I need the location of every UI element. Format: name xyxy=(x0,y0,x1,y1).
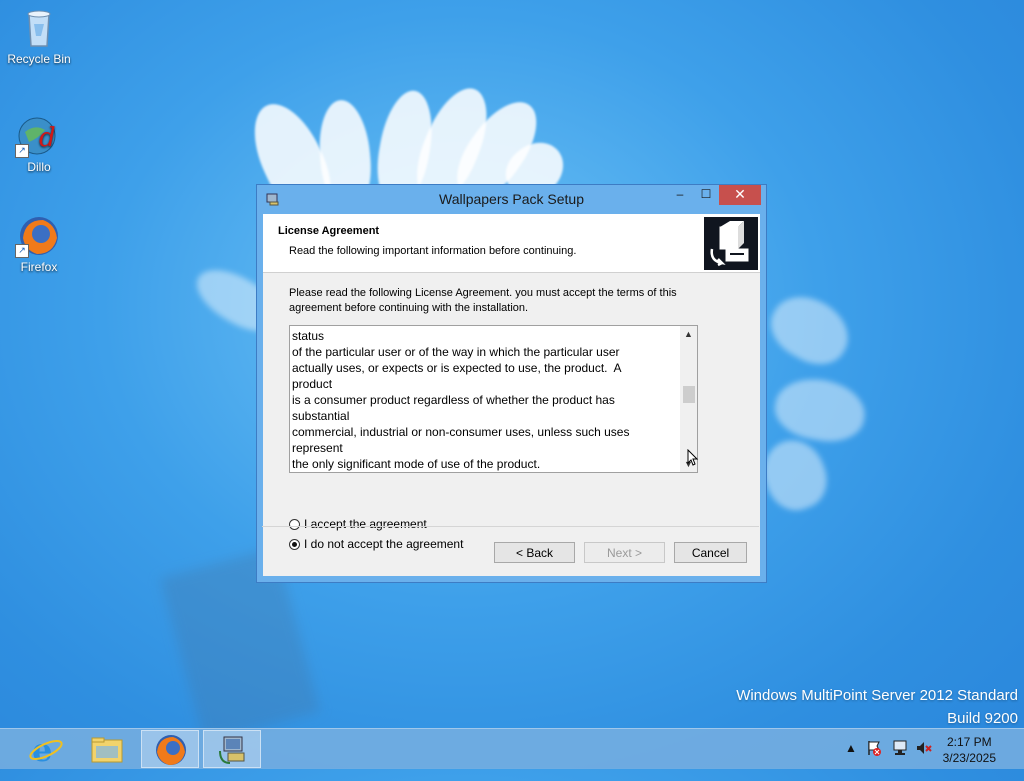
page-subtitle: Read the following important information… xyxy=(289,245,577,257)
taskbar-file-explorer[interactable] xyxy=(78,730,136,768)
svg-text:d: d xyxy=(39,123,56,153)
license-intro-text: Please read the following License Agreem… xyxy=(289,287,677,314)
desktop-icon-dillo[interactable]: d ↗ Dillo xyxy=(4,114,74,174)
maximize-button[interactable]: ☐ xyxy=(693,185,719,205)
shortcut-arrow-icon: ↗ xyxy=(15,144,29,158)
decline-radio[interactable] xyxy=(289,538,300,550)
title-bar[interactable]: Wallpapers Pack Setup – ☐ ✕ xyxy=(257,185,766,213)
network-icon[interactable] xyxy=(891,739,909,779)
desktop-icon-firefox[interactable]: ↗ Firefox xyxy=(4,214,74,274)
wizard-body: License Agreement Read the following imp… xyxy=(263,214,760,576)
show-hidden-icons-icon[interactable]: ▲ xyxy=(845,741,857,781)
taskbar-setup[interactable] xyxy=(203,730,261,768)
clock-date: 3/23/2025 xyxy=(942,751,996,765)
close-button[interactable]: ✕ xyxy=(719,185,761,205)
minimize-button[interactable]: – xyxy=(667,185,693,205)
clock-time: 2:17 PM xyxy=(946,735,992,749)
accept-radio[interactable] xyxy=(289,518,300,530)
internet-explorer-icon: e xyxy=(29,731,63,769)
firefox-icon: ↗ xyxy=(15,214,61,258)
volume-muted-icon[interactable] xyxy=(915,739,933,779)
os-watermark: Windows MultiPoint Server 2012 Standard … xyxy=(736,684,1018,730)
taskbar-clock[interactable]: 2:17 PM 3/23/2025 xyxy=(943,734,996,766)
next-button[interactable]: Next > xyxy=(584,542,665,563)
setup-window: Wallpapers Pack Setup – ☐ ✕ License Agre… xyxy=(256,184,767,583)
button-separator xyxy=(262,526,759,527)
watermark-edition: Windows MultiPoint Server 2012 Standard xyxy=(736,687,1018,704)
license-text: status of the particular user or of the … xyxy=(292,329,630,471)
taskbar-firefox[interactable] xyxy=(141,730,199,768)
dillo-icon: d ↗ xyxy=(15,114,61,158)
scrollbar-thumb[interactable] xyxy=(683,386,695,403)
license-text-box[interactable]: status of the particular user or of the … xyxy=(289,325,698,473)
decline-label[interactable]: I do not accept the agreement xyxy=(304,537,463,551)
desktop-icon-recycle-bin[interactable]: Recycle Bin xyxy=(4,6,74,66)
taskbar: e ▲ 2:17 PM 3/23/2025 xyxy=(0,728,1024,769)
back-button[interactable]: < Back xyxy=(494,542,575,563)
accept-option[interactable]: I accept the agreement xyxy=(289,517,427,531)
decline-option[interactable]: I do not accept the agreement xyxy=(289,537,463,551)
scroll-up-arrow-icon[interactable]: ▲ xyxy=(680,326,697,342)
installer-computer-icon xyxy=(704,217,758,270)
accept-label[interactable]: I accept the agreement xyxy=(304,517,427,531)
page-title: License Agreement xyxy=(278,225,380,237)
desktop-icon-label: Recycle Bin xyxy=(7,52,71,66)
wizard-header: License Agreement Read the following imp… xyxy=(263,214,760,273)
action-center-flag-icon[interactable] xyxy=(866,739,882,779)
taskbar-internet-explorer[interactable]: e xyxy=(16,730,74,769)
file-explorer-icon xyxy=(91,737,123,763)
cancel-button[interactable]: Cancel xyxy=(674,542,747,563)
recycle-bin-icon xyxy=(17,6,61,50)
desktop-icon-label: Firefox xyxy=(20,260,58,274)
firefox-icon xyxy=(156,735,186,765)
mouse-pointer-icon xyxy=(687,448,699,467)
watermark-build: Build 9200 xyxy=(947,710,1018,727)
desktop-icon-label: Dillo xyxy=(27,160,51,174)
setup-icon xyxy=(219,736,245,764)
shortcut-arrow-icon: ↗ xyxy=(15,244,29,258)
